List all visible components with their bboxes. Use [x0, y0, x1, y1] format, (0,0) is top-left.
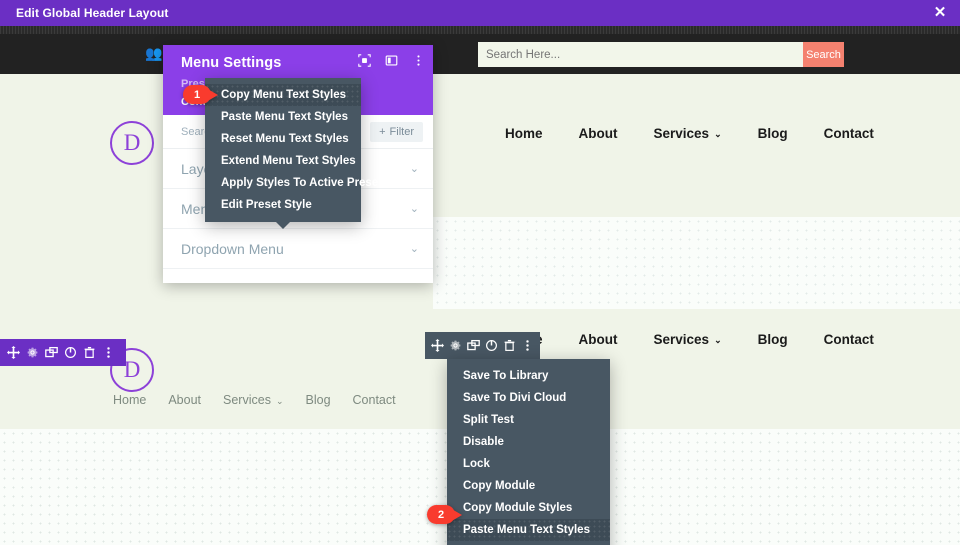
menu-item-paste-menu-text-styles[interactable]: Paste Menu Text Styles [205, 106, 361, 128]
nav-label: Services [654, 332, 710, 347]
menu-item-copy-menu-text-styles[interactable]: Copy Menu Text Styles [205, 84, 361, 106]
badge-arrow-icon [206, 88, 218, 102]
nav-label: Contact [824, 332, 874, 347]
chevron-down-icon: ⌄ [714, 129, 722, 140]
menu-item-disable[interactable]: Disable [447, 431, 610, 453]
power-icon[interactable] [61, 339, 80, 366]
nav-item-about[interactable]: About [579, 332, 618, 347]
more-options-icon[interactable] [99, 339, 118, 366]
settings-section-dropdown-menu[interactable]: Dropdown Menu ⌄ [163, 229, 433, 269]
nav-item-blog[interactable]: Blog [758, 126, 788, 141]
nav-label: About [168, 393, 201, 407]
nav-label: About [579, 332, 618, 347]
nav-item-home[interactable]: Home [505, 126, 543, 141]
nav-label: Services [654, 126, 710, 141]
divi-builder-window: Edit Global Header Layout ✕ 👥 ct Us Sear… [0, 0, 960, 545]
search-button[interactable]: Search [803, 42, 844, 67]
nav-item-contact[interactable]: Contact [824, 126, 874, 141]
more-options-icon[interactable] [412, 54, 425, 67]
close-icon[interactable]: ✕ [920, 0, 960, 26]
menu-item-lock[interactable]: Lock [447, 453, 610, 475]
nav-label: Services [223, 393, 271, 407]
nav-label: Blog [758, 332, 788, 347]
focus-icon[interactable] [358, 54, 371, 67]
nav-label: Blog [758, 126, 788, 141]
duplicate-icon[interactable] [42, 339, 61, 366]
module-navigation-row: Home About Services ⌄ Blog Contact [113, 393, 396, 407]
gear-icon[interactable] [23, 339, 42, 366]
duplicate-icon[interactable] [465, 332, 483, 359]
nav-item-services[interactable]: Services ⌄ [654, 126, 722, 141]
ruler-strip [0, 26, 960, 34]
step-badge-2: 2 [427, 505, 462, 524]
menu-item-apply-styles-to-active-preset[interactable]: Apply Styles To Active Preset [205, 172, 361, 194]
nav-item-contact[interactable]: Contact [824, 332, 874, 347]
settings-header-icons [358, 54, 425, 67]
secondary-navigation: Home About Services ⌄ Blog Contact [505, 332, 874, 347]
nav-item-home[interactable]: Home [113, 393, 146, 407]
move-icon[interactable] [4, 339, 23, 366]
module-context-menu: Save To Library Save To Divi Cloud Split… [447, 359, 610, 545]
users-icon: 👥 [145, 46, 162, 60]
nav-label: About [579, 126, 618, 141]
plus-icon: + [379, 126, 385, 138]
menu-item-reset-menu-text-styles[interactable]: Reset Menu Text Styles [205, 128, 361, 150]
module-toolbar-purple [0, 339, 126, 366]
nav-item-blog[interactable]: Blog [758, 332, 788, 347]
nav-item-about[interactable]: About [168, 393, 201, 407]
nav-label: Contact [824, 126, 874, 141]
menu-item-reset-module-styles[interactable]: Reset Module Styles [447, 541, 610, 545]
module-toolbar-dark [425, 332, 540, 359]
trash-icon[interactable] [80, 339, 99, 366]
menu-item-extend-menu-text-styles[interactable]: Extend Menu Text Styles [205, 150, 361, 172]
menu-item-copy-module-styles[interactable]: Copy Module Styles [447, 497, 610, 519]
nav-label: Home [505, 126, 543, 141]
chevron-down-icon: ⌄ [276, 396, 284, 407]
nav-item-about[interactable]: About [579, 126, 618, 141]
window-titlebar: Edit Global Header Layout ✕ [0, 0, 960, 26]
trash-icon[interactable] [500, 332, 518, 359]
gear-icon[interactable] [447, 332, 465, 359]
nav-label: Blog [306, 393, 331, 407]
more-options-icon[interactable] [518, 332, 536, 359]
nav-item-services[interactable]: Services ⌄ [223, 393, 283, 407]
nav-item-blog[interactable]: Blog [306, 393, 331, 407]
menu-item-save-to-divi-cloud[interactable]: Save To Divi Cloud [447, 387, 610, 409]
chevron-down-icon: ⌄ [410, 162, 419, 175]
menu-item-paste-menu-text-styles[interactable]: Paste Menu Text Styles [447, 519, 610, 541]
builder-empty-area-upper [433, 217, 960, 309]
divi-logo: D [110, 121, 154, 165]
chevron-down-icon: ⌄ [714, 335, 722, 346]
menu-item-split-test[interactable]: Split Test [447, 409, 610, 431]
layout-panel-icon[interactable] [385, 54, 398, 67]
badge-arrow-icon [450, 508, 462, 522]
chevron-down-icon: ⌄ [410, 242, 419, 255]
step-badge-1: 1 [183, 85, 218, 104]
search-input[interactable] [478, 42, 803, 67]
nav-item-contact[interactable]: Contact [353, 393, 396, 407]
menu-item-save-to-library[interactable]: Save To Library [447, 365, 610, 387]
power-icon[interactable] [482, 332, 500, 359]
primary-navigation: Home About Services ⌄ Blog Contact [505, 126, 874, 141]
section-label: Dropdown Menu [181, 241, 284, 257]
nav-label: Home [113, 393, 146, 407]
nav-item-services[interactable]: Services ⌄ [654, 332, 722, 347]
window-title: Edit Global Header Layout [0, 6, 169, 20]
menu-item-edit-preset-style[interactable]: Edit Preset Style [205, 194, 361, 216]
context-menu-pointer [275, 221, 291, 229]
site-search-form: Search [478, 42, 844, 67]
nav-label: Contact [353, 393, 396, 407]
filter-button[interactable]: + Filter [370, 122, 423, 142]
site-topbar: 👥 ct Us Search [0, 34, 960, 74]
move-icon[interactable] [429, 332, 447, 359]
filter-label: Filter [390, 126, 414, 138]
menu-item-copy-module[interactable]: Copy Module [447, 475, 610, 497]
preset-context-menu: Copy Menu Text Styles Paste Menu Text St… [205, 78, 361, 222]
chevron-down-icon: ⌄ [410, 202, 419, 215]
